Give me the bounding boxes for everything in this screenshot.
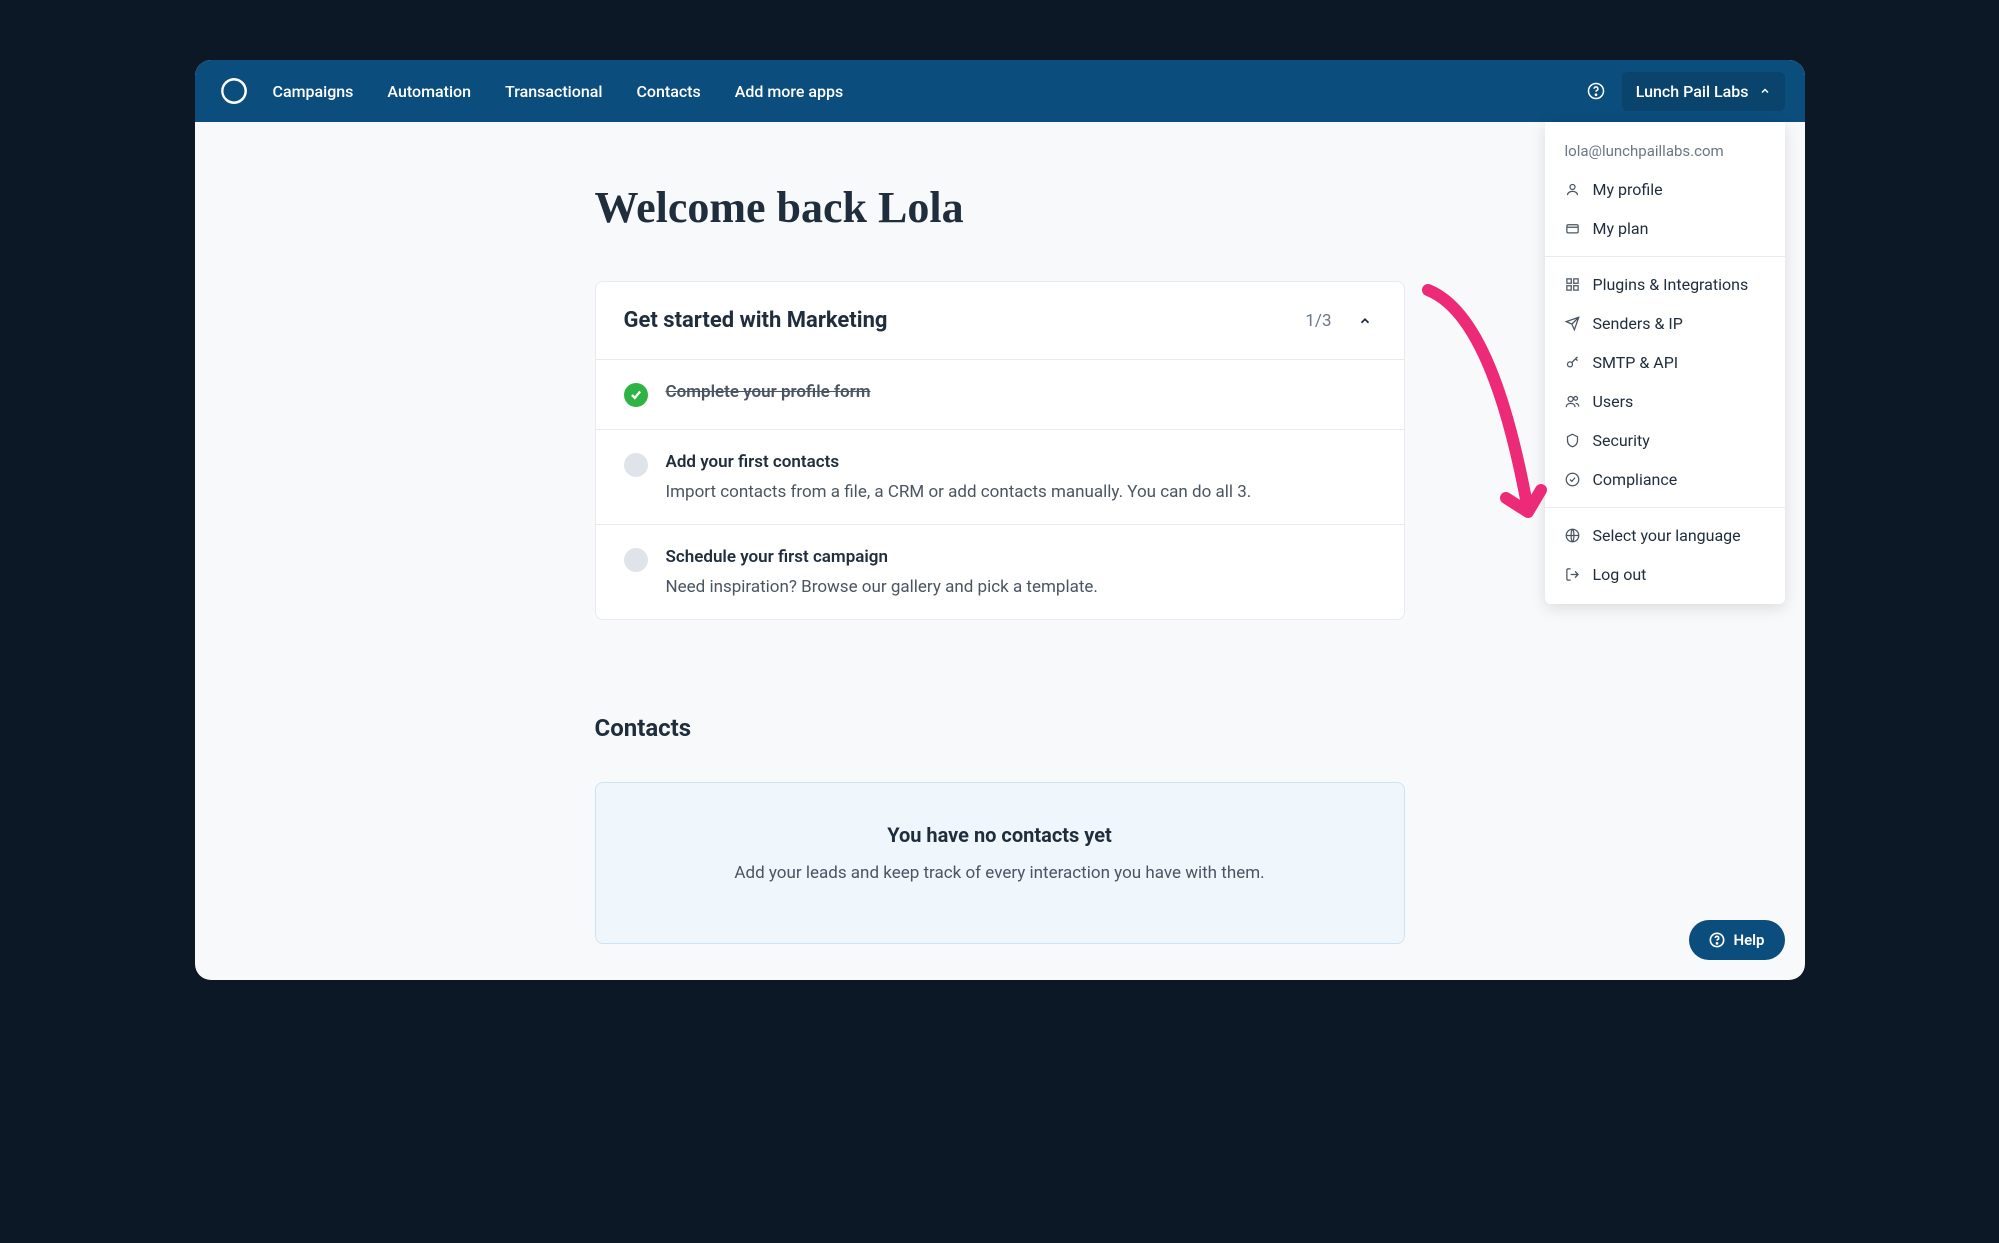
collapse-button[interactable] xyxy=(1354,310,1376,332)
empty-desc: Add your leads and keep track of every i… xyxy=(624,863,1376,883)
send-icon xyxy=(1565,316,1581,332)
contacts-section: Contacts You have no contacts yet Add yo… xyxy=(595,714,1405,944)
step-row-completed[interactable]: Complete your profile form xyxy=(596,360,1404,430)
step-row-campaign[interactable]: Schedule your first campaign Need inspir… xyxy=(596,525,1404,619)
menu-users[interactable]: Users xyxy=(1545,382,1785,421)
key-icon xyxy=(1565,355,1581,371)
getting-started-card: Get started with Marketing 1/3 Complete … xyxy=(595,281,1405,620)
help-button[interactable]: Help xyxy=(1689,920,1784,960)
menu-label: Security xyxy=(1593,431,1650,450)
card-title: Get started with Marketing xyxy=(624,308,888,333)
step-title: Schedule your first campaign xyxy=(666,547,1376,567)
nav-contacts[interactable]: Contacts xyxy=(636,82,700,101)
dropdown-email: lola@lunchpaillabs.com xyxy=(1545,138,1785,170)
grid-icon xyxy=(1565,277,1581,293)
menu-label: Log out xyxy=(1593,565,1647,584)
menu-label: Users xyxy=(1593,392,1634,411)
pending-step-icon xyxy=(624,453,648,477)
account-dropdown-menu: lola@lunchpaillabs.com My profile My pla… xyxy=(1545,122,1785,604)
help-label: Help xyxy=(1733,931,1764,949)
nav-right: Lunch Pail Labs xyxy=(1586,72,1785,111)
page-title: Welcome back Lola xyxy=(595,182,1405,233)
step-row-contacts[interactable]: Add your first contacts Import contacts … xyxy=(596,430,1404,525)
empty-title: You have no contacts yet xyxy=(624,823,1376,847)
brand-logo-icon[interactable] xyxy=(219,76,249,106)
pending-step-icon xyxy=(624,548,648,572)
chevron-up-icon xyxy=(1759,85,1771,97)
menu-plugins[interactable]: Plugins & Integrations xyxy=(1545,265,1785,304)
menu-label: My profile xyxy=(1593,180,1663,199)
menu-smtp-api[interactable]: SMTP & API xyxy=(1545,343,1785,382)
step-desc: Import contacts from a file, a CRM or ad… xyxy=(666,482,1376,502)
checkmark-icon xyxy=(624,383,648,407)
step-title: Complete your profile form xyxy=(666,382,1376,402)
account-dropdown-trigger[interactable]: Lunch Pail Labs xyxy=(1622,72,1785,111)
nav-add-apps[interactable]: Add more apps xyxy=(735,82,844,101)
users-icon xyxy=(1565,394,1581,410)
user-icon xyxy=(1565,182,1581,198)
globe-icon xyxy=(1565,528,1581,544)
step-desc: Need inspiration? Browse our gallery and… xyxy=(666,577,1376,597)
menu-label: Plugins & Integrations xyxy=(1593,275,1749,294)
step-title: Add your first contacts xyxy=(666,452,1376,472)
divider xyxy=(1545,507,1785,508)
nav-transactional[interactable]: Transactional xyxy=(505,82,602,101)
menu-language[interactable]: Select your language xyxy=(1545,516,1785,555)
top-nav: Campaigns Automation Transactional Conta… xyxy=(195,60,1805,122)
section-title: Contacts xyxy=(595,714,1405,742)
nav-items: Campaigns Automation Transactional Conta… xyxy=(273,82,1562,101)
progress-counter: 1/3 xyxy=(1305,311,1331,331)
shield-icon xyxy=(1565,433,1581,449)
nav-campaigns[interactable]: Campaigns xyxy=(273,82,354,101)
menu-label: Select your language xyxy=(1593,526,1741,545)
help-icon[interactable] xyxy=(1586,81,1606,101)
menu-my-plan[interactable]: My plan xyxy=(1545,209,1785,248)
card-header: Get started with Marketing 1/3 xyxy=(596,282,1404,360)
menu-senders[interactable]: Senders & IP xyxy=(1545,304,1785,343)
menu-label: My plan xyxy=(1593,219,1649,238)
card-icon xyxy=(1565,221,1581,237)
menu-my-profile[interactable]: My profile xyxy=(1545,170,1785,209)
divider xyxy=(1545,256,1785,257)
nav-automation[interactable]: Automation xyxy=(387,82,471,101)
menu-compliance[interactable]: Compliance xyxy=(1545,460,1785,499)
logout-icon xyxy=(1565,567,1581,583)
menu-label: Senders & IP xyxy=(1593,314,1683,333)
check-circle-icon xyxy=(1565,472,1581,488)
menu-security[interactable]: Security xyxy=(1545,421,1785,460)
empty-contacts-card: You have no contacts yet Add your leads … xyxy=(595,782,1405,944)
account-label: Lunch Pail Labs xyxy=(1636,82,1749,101)
menu-label: Compliance xyxy=(1593,470,1678,489)
app-window: Campaigns Automation Transactional Conta… xyxy=(195,60,1805,980)
help-circle-icon xyxy=(1709,932,1725,948)
menu-logout[interactable]: Log out xyxy=(1545,555,1785,594)
menu-label: SMTP & API xyxy=(1593,353,1679,372)
